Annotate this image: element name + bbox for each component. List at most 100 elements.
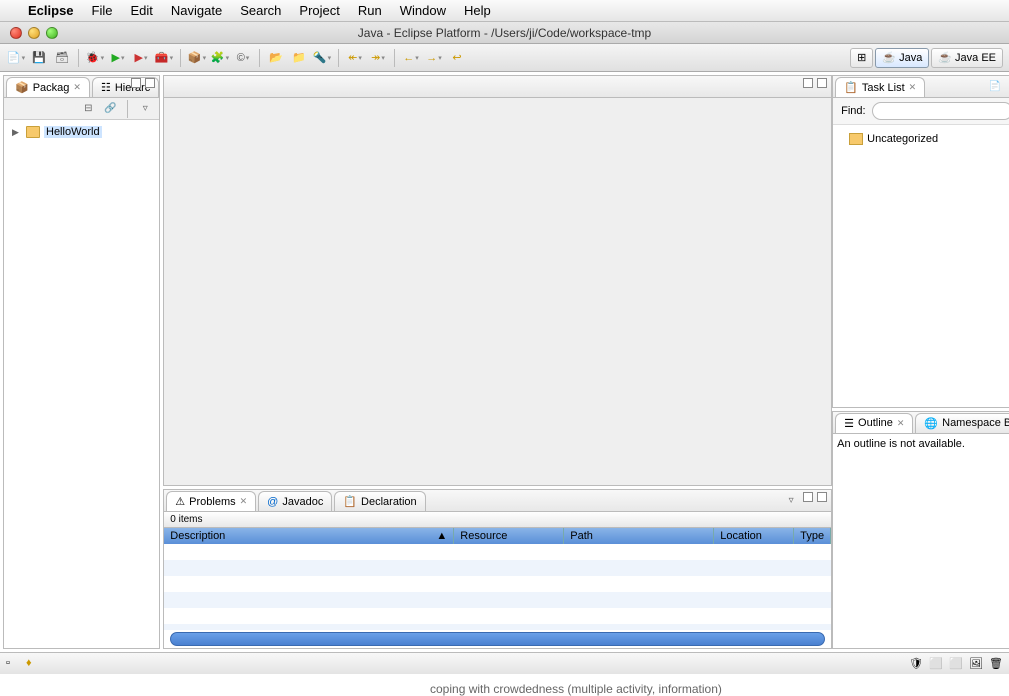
show-view-icon[interactable]: ♦ <box>26 657 40 671</box>
fast-view-icon[interactable]: ▫ <box>6 657 20 671</box>
tab-javadoc[interactable]: @ Javadoc <box>258 491 332 511</box>
new-package-button[interactable]: 📦 <box>187 48 207 68</box>
nav-fwd-button[interactable]: → <box>424 48 444 68</box>
menu-project[interactable]: Project <box>299 3 339 18</box>
new-type-button[interactable]: © <box>233 48 253 68</box>
new-wizard-button[interactable]: 📄 <box>6 48 26 68</box>
perspective-switcher: ⊞ ☕ Java ☕ Java EE <box>850 48 1003 68</box>
annotation-prev-button[interactable]: ↞ <box>345 48 365 68</box>
problems-table-header[interactable]: Description▲ Resource Path Location Type <box>164 528 831 544</box>
horizontal-scrollbar[interactable] <box>170 632 825 646</box>
macos-menubar: Eclipse File Edit Navigate Search Projec… <box>0 0 1009 22</box>
menu-edit[interactable]: Edit <box>130 3 152 18</box>
gc-icon[interactable]: 🗑 <box>989 657 1003 671</box>
open-perspective-button[interactable]: ⊞ <box>850 48 873 68</box>
perspective-java[interactable]: ☕ Java <box>875 48 929 68</box>
project-row[interactable]: ▶ HelloWorld <box>8 124 155 140</box>
minimize-editor-button[interactable] <box>803 78 813 88</box>
col-resource[interactable]: Resource <box>454 528 564 544</box>
tab-label: Declaration <box>361 496 417 508</box>
link-editor-button[interactable]: 🔗 <box>102 101 118 117</box>
package-explorer-tree[interactable]: ▶ HelloWorld <box>4 120 159 648</box>
editor-area <box>163 75 832 486</box>
close-icon[interactable]: ✕ <box>897 418 905 429</box>
tab-task-list[interactable]: 📋 Task List ✕ <box>835 77 925 97</box>
menu-navigate[interactable]: Navigate <box>171 3 222 18</box>
work-area: 📦 Packag ✕ ☷ Hierarc ⊟ 🔗 ▿ ▶ HelloWo <box>0 72 1009 652</box>
external-tools-button[interactable]: 🧰 <box>154 48 174 68</box>
status-icon[interactable]: ⬜ <box>949 657 963 671</box>
package-explorer-tabs: 📦 Packag ✕ ☷ Hierarc <box>4 76 159 98</box>
editor-empty-area[interactable] <box>164 98 831 485</box>
tab-outline[interactable]: ☰ Outline ✕ <box>835 413 913 433</box>
problems-count-bar: 0 items <box>164 512 831 528</box>
problems-rows-empty <box>164 544 831 630</box>
maximize-view-button[interactable] <box>817 492 827 502</box>
menu-file[interactable]: File <box>92 3 113 18</box>
package-explorer-view: 📦 Packag ✕ ☷ Hierarc ⊟ 🔗 ▿ ▶ HelloWo <box>3 75 160 649</box>
menu-run[interactable]: Run <box>358 3 382 18</box>
tab-package-explorer[interactable]: 📦 Packag ✕ <box>6 77 90 97</box>
namespace-icon: 🌐 <box>924 417 938 430</box>
col-type[interactable]: Type <box>794 528 831 544</box>
collapse-all-button[interactable]: ⊟ <box>80 101 96 117</box>
maximize-editor-button[interactable] <box>817 78 827 88</box>
new-class-button[interactable]: 🧩 <box>210 48 230 68</box>
nav-back-button[interactable]: ← <box>401 48 421 68</box>
col-location[interactable]: Location <box>714 528 794 544</box>
editor-tabs <box>164 76 831 98</box>
run-button[interactable]: ▶ <box>108 48 128 68</box>
hierarchy-icon: ☷ <box>101 81 111 94</box>
menu-help[interactable]: Help <box>464 3 491 18</box>
package-explorer-toolbar: ⊟ 🔗 ▿ <box>4 98 159 120</box>
nav-up-button[interactable]: ↩ <box>447 48 467 68</box>
problems-view: ⚠ Problems ✕ @ Javadoc 📋 Declaration ▿ <box>163 489 832 649</box>
problems-tabs: ⚠ Problems ✕ @ Javadoc 📋 Declaration ▿ <box>164 490 831 512</box>
search-button[interactable]: 🔦 <box>312 48 332 68</box>
run-last-button[interactable]: ▶ <box>131 48 151 68</box>
task-list-tabs: 📋 Task List ✕ 📄 ☷ ◉ 🔄 ▿ <box>833 76 1009 98</box>
tab-label: Javadoc <box>282 496 323 508</box>
debug-button[interactable]: 🐞 <box>85 48 105 68</box>
open-task-button[interactable]: 📁 <box>289 48 309 68</box>
close-icon[interactable]: ✕ <box>240 496 248 507</box>
tab-problems[interactable]: ⚠ Problems ✕ <box>166 491 256 511</box>
package-icon: 📦 <box>15 81 29 94</box>
maximize-view-button[interactable] <box>145 78 155 88</box>
close-icon[interactable]: ✕ <box>73 82 81 93</box>
save-all-button[interactable]: 🗃 <box>52 48 72 68</box>
menu-window[interactable]: Window <box>400 3 446 18</box>
partial-background-text: coping with crowdedness (multiple activi… <box>430 682 722 696</box>
app-menu[interactable]: Eclipse <box>28 3 74 18</box>
col-path[interactable]: Path <box>564 528 714 544</box>
zoom-window-button[interactable] <box>46 27 58 39</box>
status-icon[interactable]: 🖼 <box>969 657 983 671</box>
minimize-view-button[interactable] <box>803 492 813 502</box>
close-window-button[interactable] <box>10 27 22 39</box>
col-description[interactable]: Description▲ <box>164 528 454 544</box>
expand-arrow-icon[interactable]: ▶ <box>12 127 22 138</box>
toolbar-separator <box>394 49 395 67</box>
main-toolbar: 📄 💾 🗃 🐞 ▶ ▶ 🧰 📦 🧩 © 📂 📁 🔦 ↞ ↠ ← → ↩ ⊞ ☕ … <box>0 44 1009 72</box>
save-button[interactable]: 💾 <box>29 48 49 68</box>
task-category-row[interactable]: Uncategorized <box>837 129 1009 149</box>
status-icon[interactable]: 🛡 <box>909 657 923 671</box>
task-list-body[interactable]: Uncategorized <box>833 125 1009 407</box>
minimize-window-button[interactable] <box>28 27 40 39</box>
view-menu-button[interactable]: ▿ <box>783 492 799 508</box>
minimize-view-button[interactable] <box>131 78 141 88</box>
menu-search[interactable]: Search <box>240 3 281 18</box>
tab-declaration[interactable]: 📋 Declaration <box>334 491 425 511</box>
view-menu-button[interactable]: ▿ <box>137 101 153 117</box>
status-icon[interactable]: ⬜ <box>929 657 943 671</box>
outline-icon: ☰ <box>844 417 854 430</box>
task-find-input[interactable] <box>872 102 1009 120</box>
problems-table[interactable]: Description▲ Resource Path Location Type <box>164 528 831 648</box>
close-icon[interactable]: ✕ <box>909 82 917 93</box>
tab-namespace-browser[interactable]: 🌐 Namespace Browser <box>915 413 1009 433</box>
annotation-next-button[interactable]: ↠ <box>368 48 388 68</box>
perspective-javaee[interactable]: ☕ Java EE <box>931 48 1003 68</box>
open-type-button[interactable]: 📂 <box>266 48 286 68</box>
declaration-icon: 📋 <box>343 495 357 508</box>
new-task-button[interactable]: 📄 <box>987 78 1003 94</box>
